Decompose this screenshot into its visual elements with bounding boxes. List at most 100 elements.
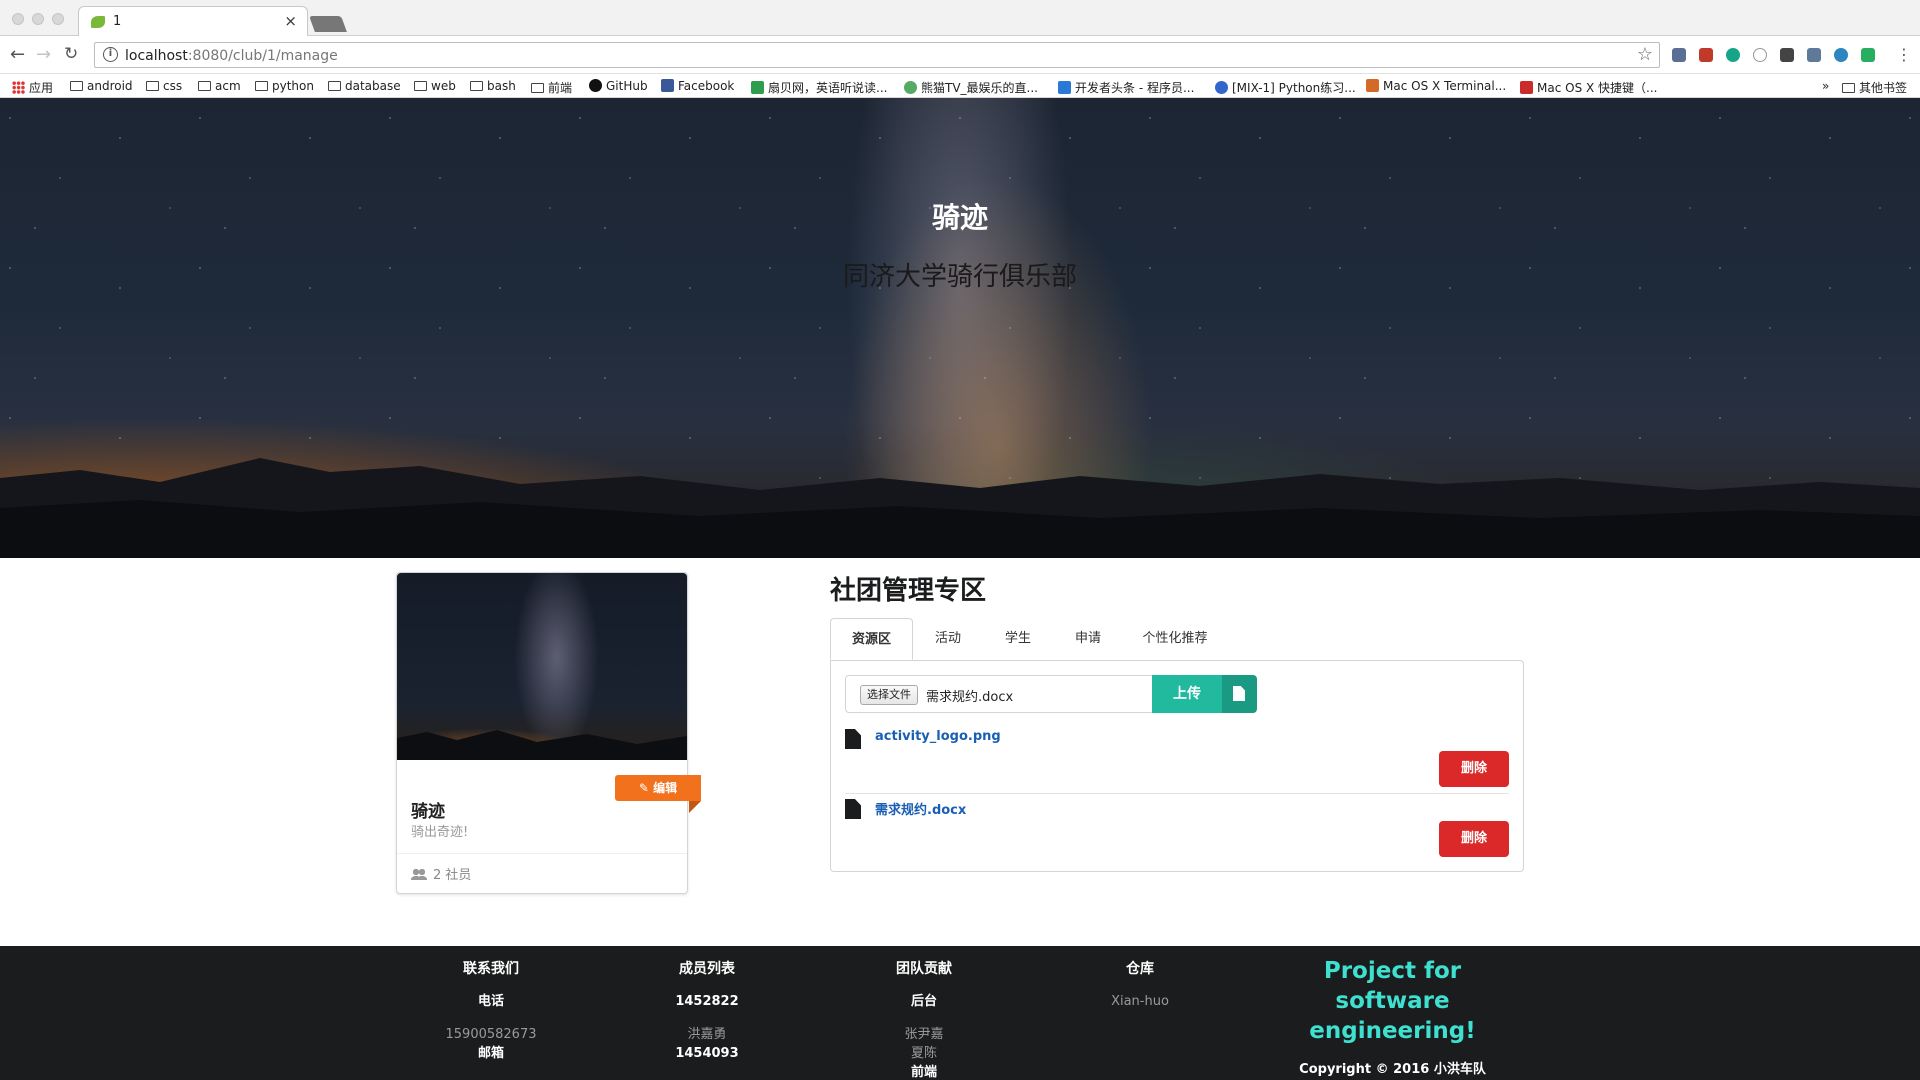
management-tabs: 资源区 活动 学生 申请 个性化推荐 <box>830 618 1523 660</box>
upload-button[interactable]: 上传 <box>1152 675 1222 713</box>
folder-icon <box>414 81 427 91</box>
extension-icon-2[interactable] <box>1699 48 1713 62</box>
browser-menu-icon[interactable]: ⋮ <box>1896 45 1912 64</box>
footer-contact: 联系我们 电话 15900582673 邮箱 <box>406 958 576 1063</box>
toutiao-icon <box>1058 81 1071 94</box>
team-role: 后台 <box>910 994 937 1009</box>
bookmarks-overflow-chevron-icon[interactable]: » <box>1822 79 1829 93</box>
resources-panel: 选择文件 需求规约.docx 上传 activity_logo.png 删除 需… <box>830 660 1524 872</box>
footer-members: 成员列表 1452822 洪嘉勇 1454093 <box>622 958 792 1063</box>
repo-link[interactable]: Xian-huo <box>1055 992 1225 1011</box>
footer-members-heading: 成员列表 <box>679 961 735 977</box>
url-text[interactable]: localhost:8080/club/1/manage <box>125 48 338 64</box>
file-link[interactable]: activity_logo.png <box>875 729 1001 744</box>
delete-file-button[interactable]: 删除 <box>1439 821 1509 857</box>
choose-file-button[interactable]: 选择文件 <box>860 685 918 705</box>
new-tab-button[interactable] <box>309 16 347 32</box>
email-label: 邮箱 <box>477 1046 504 1061</box>
bookmark-folder-android[interactable]: android <box>70 79 133 93</box>
hero-banner: 骑迹 同济大学骑行俱乐部 <box>0 98 1920 558</box>
footer-repo-heading: 仓库 <box>1126 961 1154 977</box>
edit-label: 编辑 <box>653 781 678 795</box>
bookmark-star-icon[interactable]: ☆ <box>1637 44 1653 65</box>
extension-icon-1[interactable] <box>1672 48 1686 62</box>
folder-icon <box>255 81 268 91</box>
bookmark-folder-database[interactable]: database <box>328 79 401 93</box>
github-icon <box>589 79 602 92</box>
window-zoom-dot[interactable] <box>52 13 64 25</box>
bookmark-folder-css[interactable]: css <box>146 79 182 93</box>
file-icon <box>1233 686 1245 701</box>
file-row-divider <box>845 793 1509 794</box>
upload-form: 选择文件 需求规约.docx 上传 <box>845 675 1257 713</box>
tab-activities[interactable]: 活动 <box>913 618 983 660</box>
bookmark-python-exercise[interactable]: [MIX-1] Python练习... <box>1215 79 1356 96</box>
reload-icon[interactable]: ↻ <box>64 44 78 64</box>
folder-icon <box>328 81 341 91</box>
delete-file-button[interactable]: 删除 <box>1439 751 1509 787</box>
bookmark-toutiao[interactable]: 开发者头条 - 程序员... <box>1058 79 1194 96</box>
tab-students[interactable]: 学生 <box>983 618 1053 660</box>
folder-icon <box>531 83 544 93</box>
bookmark-shanbay[interactable]: 扇贝网，英语听说读... <box>751 79 887 96</box>
club-card: ✎ 编辑 骑迹 骑出奇迹! 2 社员 <box>396 572 701 894</box>
bookmark-folder-bash[interactable]: bash <box>470 79 516 93</box>
member-id: 1452822 <box>675 994 739 1009</box>
project-tagline-line1: Project for software <box>1323 958 1462 1014</box>
selected-file-name: 需求规约.docx <box>926 690 1014 705</box>
extension-icon-5[interactable] <box>1780 48 1794 62</box>
tab-close-icon[interactable]: × <box>284 12 297 30</box>
extension-icon-4[interactable] <box>1753 48 1767 62</box>
bookmark-apps[interactable]: 应用 <box>12 79 53 96</box>
bookmark-folder-acm[interactable]: acm <box>198 79 241 93</box>
team-person: 张尹嘉 <box>904 1027 944 1042</box>
folder-icon <box>70 81 83 91</box>
file-list-item: 需求规约.docx 删除 <box>845 797 1509 863</box>
card-mountain-silhouette <box>397 730 687 760</box>
project-tagline-line2: engineering! <box>1309 1018 1476 1044</box>
back-arrow-icon[interactable]: ← <box>10 44 25 65</box>
team-role: 前端 <box>910 1065 937 1080</box>
tab-recommendations[interactable]: 个性化推荐 <box>1123 618 1227 660</box>
forward-arrow-icon[interactable]: → <box>36 44 51 65</box>
edit-club-button[interactable]: ✎ 编辑 <box>615 775 701 813</box>
panda-icon <box>904 81 917 94</box>
footer-team-heading: 团队贡献 <box>896 961 952 977</box>
site-footer: 联系我们 电话 15900582673 邮箱 成员列表 1452822 洪嘉勇 … <box>0 946 1920 1080</box>
footer-repo: 仓库 Xian-huo <box>1055 958 1225 1011</box>
apps-grid-icon <box>12 81 25 94</box>
tab-resources[interactable]: 资源区 <box>830 618 913 660</box>
folder-icon <box>198 81 211 91</box>
browser-tab-strip: 1 × <box>0 0 1920 36</box>
bookmark-facebook[interactable]: Facebook <box>661 79 734 93</box>
club-description: 骑出奇迹! <box>411 825 469 840</box>
tab-applications[interactable]: 申请 <box>1053 618 1123 660</box>
club-member-count: 2 社员 <box>411 864 471 883</box>
extension-icon-6[interactable] <box>1807 48 1821 62</box>
bookmark-folder-web[interactable]: web <box>414 79 456 93</box>
browser-tab-active[interactable]: 1 × <box>78 6 308 36</box>
bookmark-folder-python[interactable]: python <box>255 79 314 93</box>
extension-icon-7[interactable] <box>1834 48 1848 62</box>
bookmark-terminal[interactable]: Mac OS X Terminal... <box>1366 79 1506 93</box>
window-close-dot[interactable] <box>12 13 24 25</box>
copyright: Copyright © 2016 小洪车队 <box>1299 1062 1486 1077</box>
browser-toolbar: ← → ↻ i localhost:8080/club/1/manage ☆ ⋮ <box>0 36 1920 74</box>
shanbay-icon <box>751 81 764 94</box>
bookmark-other[interactable]: 其他书签 <box>1842 79 1907 96</box>
member-id: 1454093 <box>675 1046 739 1061</box>
bookmarks-bar: 应用 android css acm python database web b… <box>0 74 1920 98</box>
bookmark-github[interactable]: GitHub <box>589 79 648 93</box>
extension-icon-8[interactable] <box>1861 48 1875 62</box>
address-bar[interactable]: i localhost:8080/club/1/manage ☆ <box>94 42 1660 68</box>
bookmark-pandatv[interactable]: 熊猫TV_最娱乐的直... <box>904 79 1038 96</box>
site-info-icon[interactable]: i <box>103 47 118 62</box>
club-cover-image <box>397 573 687 760</box>
bookmark-folder-frontend[interactable]: 前端 <box>531 79 572 96</box>
window-minimize-dot[interactable] <box>32 13 44 25</box>
file-input[interactable]: 选择文件 需求规约.docx <box>845 675 1153 713</box>
bookmark-shortcuts[interactable]: Mac OS X 快捷键（... <box>1520 79 1657 96</box>
extension-icon-3[interactable] <box>1726 48 1740 62</box>
file-link[interactable]: 需求规约.docx <box>875 799 966 818</box>
upload-file-icon-button[interactable] <box>1222 675 1257 713</box>
